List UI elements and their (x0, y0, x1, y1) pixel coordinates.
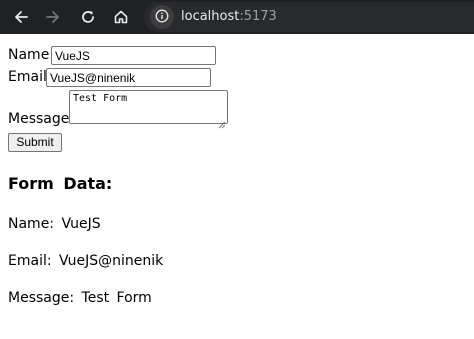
name-input[interactable] (51, 46, 216, 65)
reload-icon (80, 9, 96, 25)
url-text[interactable]: localhost:5173 (181, 8, 277, 26)
resize-grip-icon[interactable] (218, 114, 226, 129)
name-label: Name: (8, 47, 55, 63)
url-port: :5173 (239, 9, 277, 24)
arrow-right-icon (45, 9, 61, 25)
output-message: Message: Test Form (8, 290, 152, 306)
arrow-left-icon (13, 9, 29, 25)
output-name: Name: VueJS (8, 216, 101, 232)
address-bar[interactable]: localhost:5173 (144, 2, 474, 32)
output-email: Email: VueJS@ninenik (8, 253, 164, 269)
message-label: Message: (8, 111, 75, 127)
message-textarea[interactable]: Test Form (69, 90, 228, 124)
submit-button[interactable]: Submit (8, 133, 62, 152)
page-content: Name: Email: Message: Test Form Submit F… (0, 34, 474, 339)
form-data-title: Form Data: (8, 174, 113, 193)
forward-button[interactable] (40, 4, 66, 30)
email-input[interactable] (46, 68, 211, 87)
reload-button[interactable] (75, 4, 101, 30)
site-info-button[interactable] (150, 5, 174, 29)
home-button[interactable] (108, 4, 134, 30)
back-button[interactable] (8, 4, 34, 30)
info-icon (155, 8, 169, 27)
url-host: localhost (181, 9, 240, 24)
home-icon (113, 9, 129, 25)
browser-toolbar: localhost:5173 (0, 0, 474, 34)
